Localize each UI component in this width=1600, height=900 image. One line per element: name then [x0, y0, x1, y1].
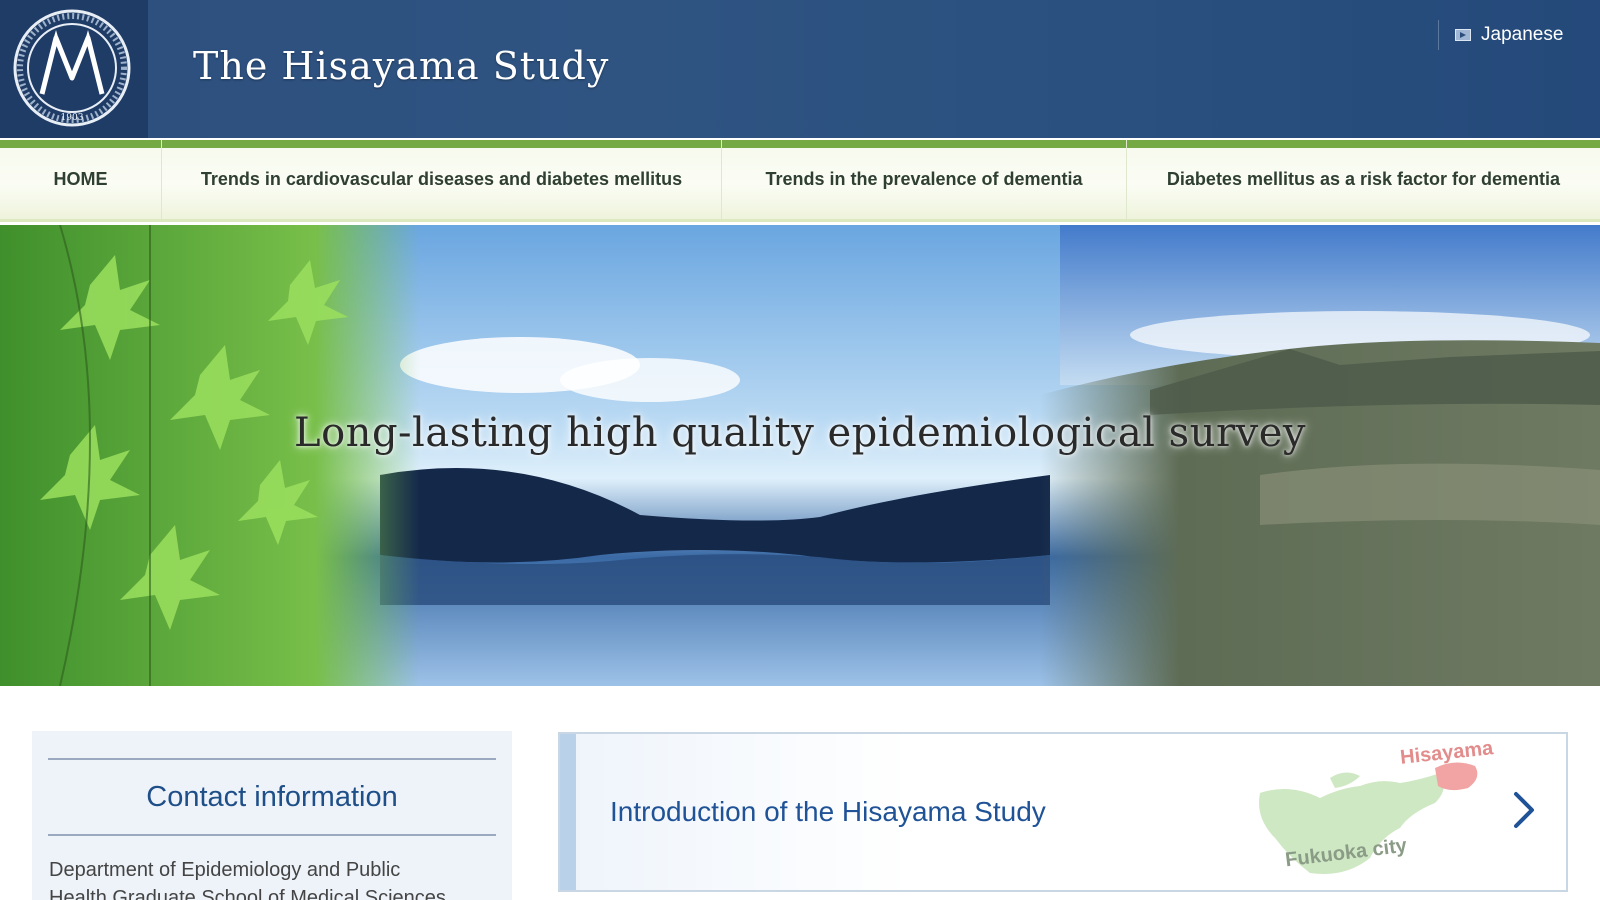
- contact-department: Department of Epidemiology and Public: [49, 859, 401, 881]
- chevron-right-icon[interactable]: [1512, 790, 1536, 830]
- hero-banner: Long-lasting high quality epidemiologica…: [0, 225, 1600, 686]
- contact-school: Health Graduate School of Medical Scienc…: [49, 887, 446, 900]
- logo[interactable]: 1903: [0, 0, 148, 138]
- nav-item-cardiovascular-trends[interactable]: Trends in cardiovascular diseases and di…: [162, 140, 722, 219]
- intro-title[interactable]: Introduction of the Hisayama Study: [610, 796, 1046, 828]
- divider: [48, 834, 496, 836]
- hero-caption: Long-lasting high quality epidemiologica…: [294, 410, 1306, 456]
- svg-text:1903: 1903: [61, 113, 84, 123]
- language-switch[interactable]: Japanese: [1438, 20, 1563, 50]
- nav-item-home[interactable]: HOME: [0, 140, 162, 219]
- divider: [48, 758, 496, 760]
- main-nav: HOME Trends in cardiovascular diseases a…: [0, 140, 1600, 222]
- contact-title: Contact information: [146, 781, 398, 813]
- banner-accent-bar: [560, 734, 576, 890]
- language-label: Japanese: [1481, 24, 1564, 45]
- university-seal-logo: 1903: [13, 9, 131, 127]
- site-title[interactable]: The Hisayama Study: [193, 44, 609, 88]
- contact-card: Contact information Department of Epidem…: [32, 731, 512, 900]
- nav-item-diabetes-dementia-risk[interactable]: Diabetes mellitus as a risk factor for d…: [1127, 140, 1600, 219]
- site-header: 1903 The Hisayama Study Japanese: [0, 0, 1600, 138]
- nav-item-dementia-prevalence[interactable]: Trends in the prevalence of dementia: [722, 140, 1127, 219]
- intro-banner-link[interactable]: Introduction of the Hisayama Study Hisay…: [558, 732, 1568, 892]
- play-square-icon: [1455, 29, 1471, 41]
